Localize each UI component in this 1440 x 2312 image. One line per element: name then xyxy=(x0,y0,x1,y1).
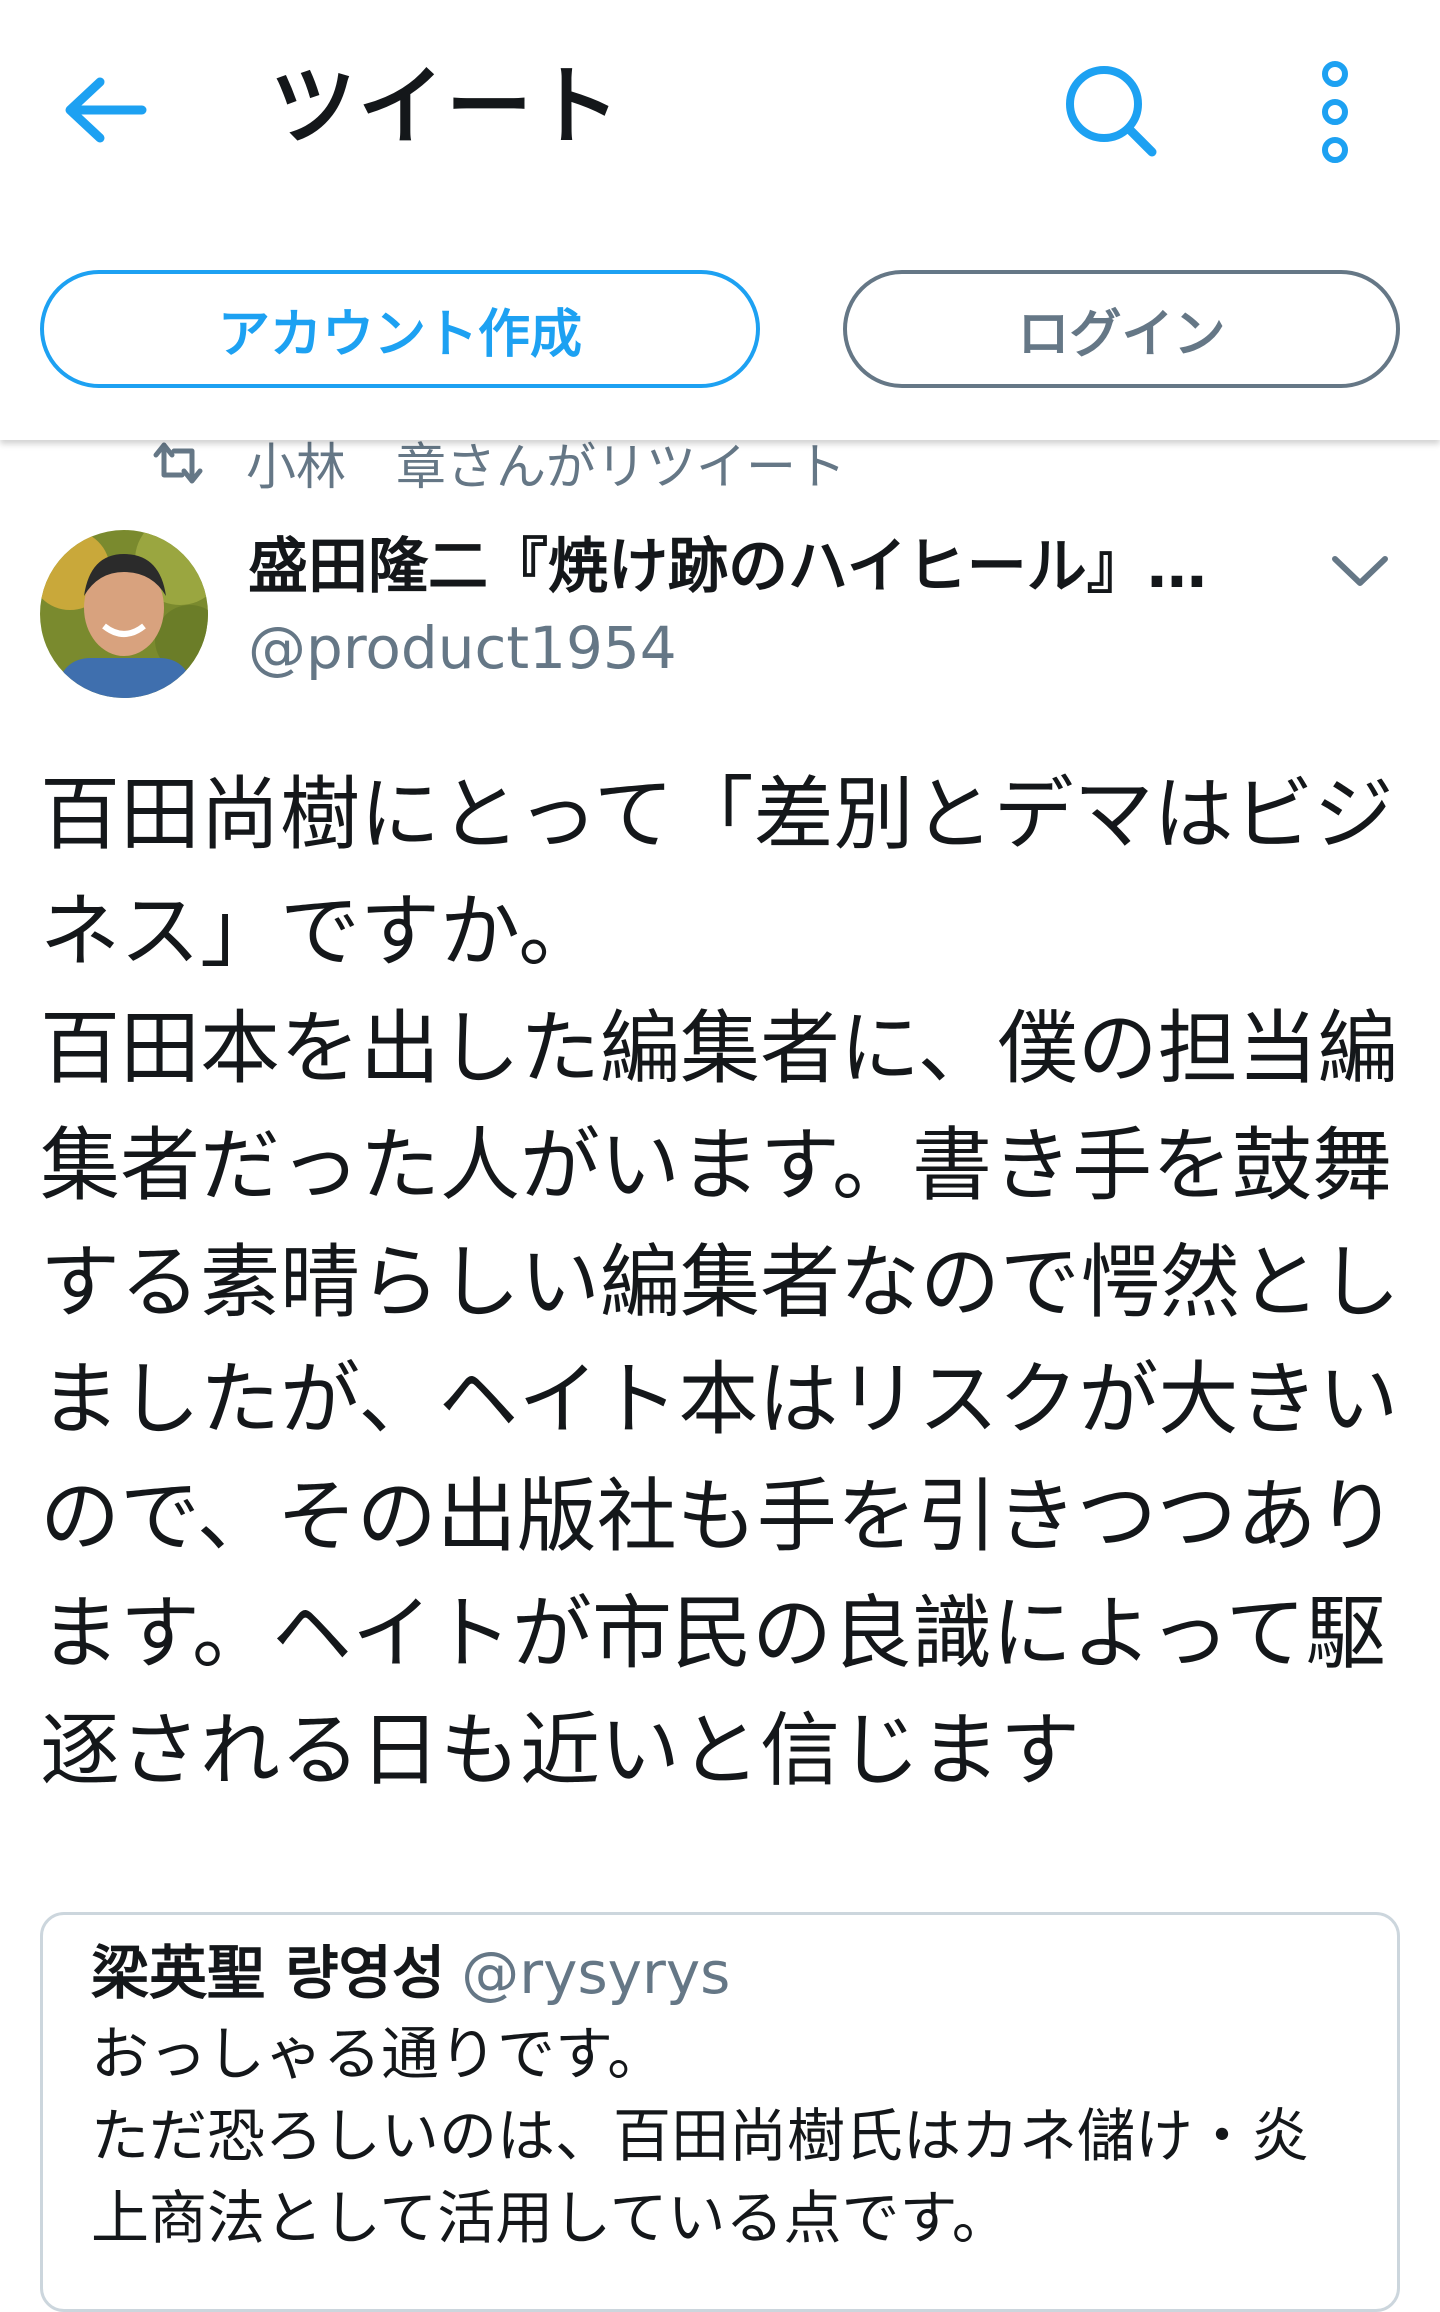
chevron-down-icon xyxy=(1332,556,1388,586)
arrow-left-icon xyxy=(65,77,147,143)
author-handle[interactable]: @product1954 xyxy=(248,608,677,688)
tweet-options-button[interactable] xyxy=(1325,545,1395,595)
avatar[interactable] xyxy=(40,530,208,698)
tweet-text: 百田尚樹にとって「差別とデマはビジネス」ですか。 百田本を出した編集者に、僕の担… xyxy=(40,768,1400,1797)
login-button[interactable]: ログイン xyxy=(843,270,1400,388)
avatar-image xyxy=(40,530,208,698)
page-title: ツイート xyxy=(270,57,622,157)
more-vertical-icon xyxy=(1322,61,1348,163)
quoted-tweet-text: おっしゃる通りです。 ただ恐ろしいのは、百田尚樹氏はカネ儲け・炎上商法として活用… xyxy=(91,2020,1310,2252)
retweet-icon xyxy=(153,442,203,484)
quoted-tweet-header: 梁英聖 량영성 @rysyrys xyxy=(91,1933,1349,2013)
search-button[interactable] xyxy=(1060,60,1160,160)
create-account-button[interactable]: アカウント作成 xyxy=(40,270,760,388)
quoted-tweet[interactable]: 梁英聖 량영성 @rysyrys おっしゃる通りです。 ただ恐ろしいのは、百田尚樹… xyxy=(40,1912,1400,2312)
author-name[interactable]: 盛田隆二『焼け跡のハイヒール』好評発売中 xyxy=(248,522,1248,612)
quoted-author-name: 梁英聖 량영성 xyxy=(91,1939,446,2007)
back-button[interactable] xyxy=(60,70,150,150)
quoted-author-handle: @rysyrys xyxy=(461,1939,731,2007)
more-options-button[interactable] xyxy=(1310,60,1360,165)
app-header: ツイート アカウント作成 ログイン xyxy=(0,0,1440,440)
search-icon xyxy=(1066,66,1157,157)
